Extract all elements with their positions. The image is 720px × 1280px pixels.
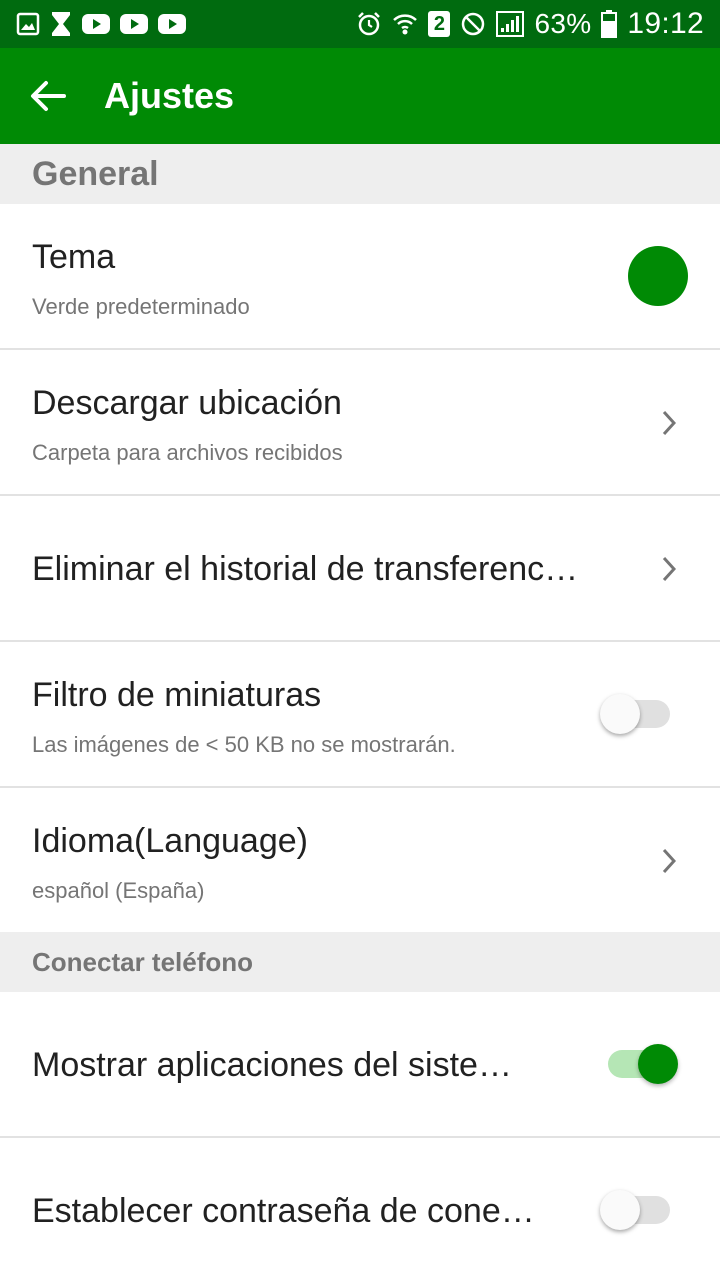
section-header-label: General — [32, 154, 159, 193]
setting-title: Filtro de miniaturas — [32, 676, 322, 714]
sim-badge-number: 2 — [433, 12, 446, 35]
page-title: Ajustes — [104, 75, 235, 116]
arrow-back-icon — [31, 81, 66, 111]
setting-title: Idioma(Language) — [32, 822, 308, 860]
gallery-icon — [16, 12, 40, 36]
app-bar: Ajustes — [0, 48, 720, 144]
chevron-right-icon — [662, 848, 676, 874]
section-header-connect-phone: Conectar teléfono — [0, 932, 720, 992]
hourglass-icon — [50, 11, 72, 37]
wifi-icon — [392, 12, 418, 36]
setting-delete-history[interactable]: Eliminar el historial de transferenc… — [0, 496, 720, 642]
youtube-icon — [158, 14, 186, 34]
section-header-label: Conectar teléfono — [32, 946, 254, 977]
battery-percent: 63% — [534, 8, 592, 39]
setting-subtitle: Carpeta para archivos recibidos — [32, 440, 343, 465]
setting-subtitle: Verde predeterminado — [32, 294, 250, 319]
theme-color-swatch[interactable] — [628, 246, 688, 306]
chevron-right-icon — [662, 410, 676, 436]
back-button[interactable] — [0, 48, 96, 144]
setting-theme[interactable]: Tema Verde predeterminado — [0, 204, 720, 350]
clock: 19:12 — [627, 7, 704, 40]
setting-title: Descargar ubicación — [32, 384, 342, 422]
setting-title: Mostrar aplicaciones del siste… — [32, 1046, 512, 1084]
setting-subtitle: español (España) — [32, 878, 205, 903]
setting-connection-password[interactable]: Establecer contraseña de cone… — [0, 1138, 720, 1280]
do-not-disturb-icon — [460, 11, 486, 37]
section-header-general: General — [0, 144, 720, 204]
toggle-thumb — [600, 694, 640, 734]
thumbnail-filter-toggle[interactable] — [600, 694, 674, 734]
setting-subtitle: Las imágenes de < 50 KB no se mostrarán. — [32, 732, 456, 757]
setting-show-system-apps[interactable]: Mostrar aplicaciones del siste… — [0, 992, 720, 1138]
youtube-icon — [82, 14, 110, 34]
sim-badge-icon: 2 — [428, 11, 451, 37]
status-bar-notifications — [16, 11, 356, 37]
setting-language[interactable]: Idioma(Language) español (España) — [0, 788, 720, 934]
setting-thumbnail-filter[interactable]: Filtro de miniaturas Las imágenes de < 5… — [0, 642, 720, 788]
battery-icon — [601, 10, 618, 38]
status-bar-system: 2 63% 19:12 — [356, 7, 704, 41]
setting-download-location[interactable]: Descargar ubicación Carpeta para archivo… — [0, 350, 720, 496]
connection-password-toggle[interactable] — [600, 1190, 674, 1230]
chevron-right-icon — [662, 556, 676, 582]
youtube-icon — [120, 14, 148, 34]
setting-title: Tema — [32, 238, 116, 276]
setting-title: Establecer contraseña de cone… — [32, 1192, 535, 1230]
toggle-thumb — [638, 1044, 678, 1084]
show-system-apps-toggle[interactable] — [604, 1044, 678, 1084]
signal-icon — [496, 11, 525, 37]
status-bar: 2 63% 19:12 — [0, 0, 720, 48]
alarm-icon — [356, 11, 382, 37]
toggle-thumb — [600, 1190, 640, 1230]
setting-title: Eliminar el historial de transferenc… — [32, 550, 579, 588]
